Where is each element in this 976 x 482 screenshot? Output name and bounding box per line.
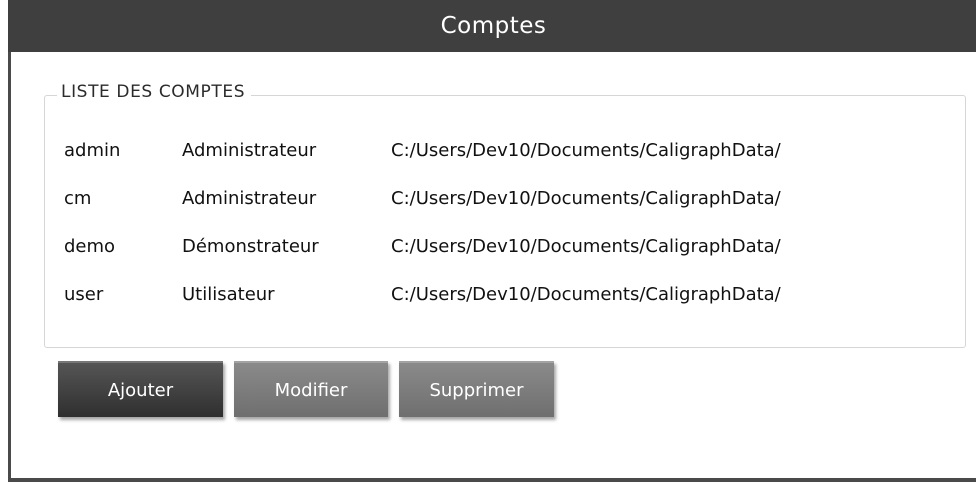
account-name: demo (64, 235, 116, 257)
account-row[interactable]: demo Démonstrateur C:/Users/Dev10/Docume… (64, 222, 944, 270)
account-role: Démonstrateur (182, 235, 319, 257)
add-account-button[interactable]: Ajouter (58, 361, 223, 417)
account-name: cm (64, 187, 92, 209)
account-role: Administrateur (182, 187, 317, 209)
edit-account-button[interactable]: Modifier (234, 361, 388, 417)
accounts-group-legend: LISTE DES COMPTES (57, 82, 252, 102)
account-name: admin (64, 139, 121, 161)
accounts-dialog: Comptes LISTE DES COMPTES admin Administ… (8, 0, 976, 482)
account-name: user (64, 283, 104, 305)
button-bar: Ajouter Modifier Supprimer (58, 361, 554, 417)
account-path: C:/Users/Dev10/Documents/CaligraphData/ (391, 283, 781, 305)
account-role: Administrateur (182, 139, 317, 161)
account-row[interactable]: cm Administrateur C:/Users/Dev10/Documen… (64, 174, 944, 222)
account-path: C:/Users/Dev10/Documents/CaligraphData/ (391, 187, 781, 209)
dialog-title: Comptes (8, 0, 976, 52)
account-role: Utilisateur (182, 283, 275, 305)
accounts-list: admin Administrateur C:/Users/Dev10/Docu… (64, 126, 944, 318)
delete-account-button[interactable]: Supprimer (399, 361, 554, 417)
account-path: C:/Users/Dev10/Documents/CaligraphData/ (391, 235, 781, 257)
account-row[interactable]: user Utilisateur C:/Users/Dev10/Document… (64, 270, 944, 318)
account-path: C:/Users/Dev10/Documents/CaligraphData/ (391, 139, 781, 161)
account-row[interactable]: admin Administrateur C:/Users/Dev10/Docu… (64, 126, 944, 174)
accounts-group: LISTE DES COMPTES admin Administrateur C… (44, 82, 966, 348)
